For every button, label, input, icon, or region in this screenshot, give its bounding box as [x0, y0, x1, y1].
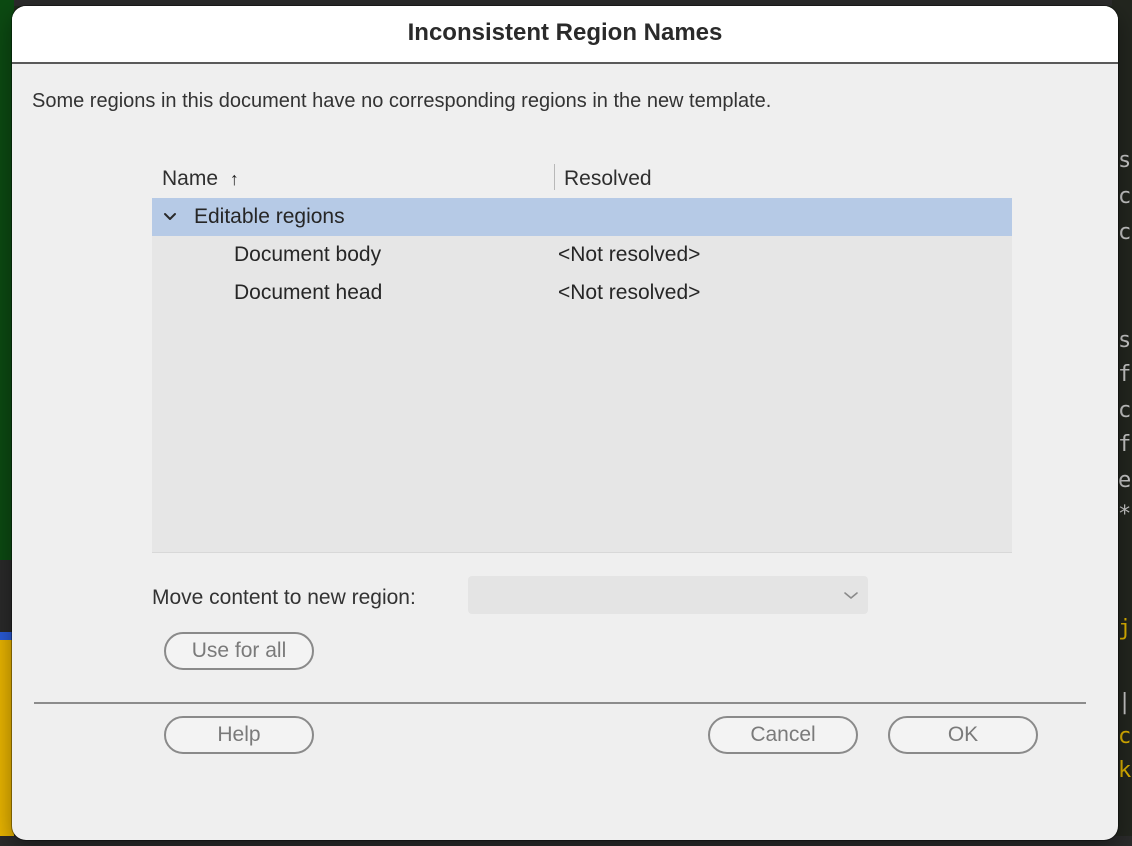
row-name: Document body: [234, 243, 382, 266]
footer-separator: [34, 702, 1086, 704]
column-divider[interactable]: [554, 164, 555, 190]
inconsistent-region-names-dialog: Inconsistent Region Names Some regions i…: [12, 6, 1118, 840]
chevron-down-icon: [842, 586, 860, 604]
regions-tree[interactable]: Editable regions Document body <Not reso…: [152, 198, 1012, 553]
ok-button[interactable]: OK: [888, 716, 1038, 754]
dialog-titlebar: Inconsistent Region Names: [12, 6, 1118, 64]
column-header-resolved[interactable]: Resolved: [564, 162, 652, 196]
row-resolved: <Not resolved>: [558, 243, 701, 266]
column-header-resolved-label: Resolved: [564, 167, 652, 190]
row-resolved: <Not resolved>: [558, 281, 701, 304]
chevron-down-icon[interactable]: [162, 198, 178, 236]
row-name: Document head: [234, 281, 383, 304]
tree-group-label: Editable regions: [194, 205, 345, 228]
cancel-button[interactable]: Cancel: [708, 716, 858, 754]
dialog-title: Inconsistent Region Names: [407, 19, 723, 46]
column-header-name[interactable]: Name ↑: [162, 162, 239, 196]
tree-group-editable-regions[interactable]: Editable regions: [152, 198, 1012, 236]
column-header-name-label: Name: [162, 167, 219, 190]
table-row[interactable]: Document body <Not resolved>: [152, 236, 1012, 274]
move-content-label: Move content to new region:: [152, 586, 416, 609]
arrow-up-icon: ↑: [229, 169, 239, 189]
new-region-select[interactable]: [468, 576, 868, 614]
use-for-all-button[interactable]: Use for all: [164, 632, 314, 670]
table-row[interactable]: Document head <Not resolved>: [152, 274, 1012, 312]
dialog-message: Some regions in this document have no co…: [32, 90, 772, 112]
help-button[interactable]: Help: [164, 716, 314, 754]
